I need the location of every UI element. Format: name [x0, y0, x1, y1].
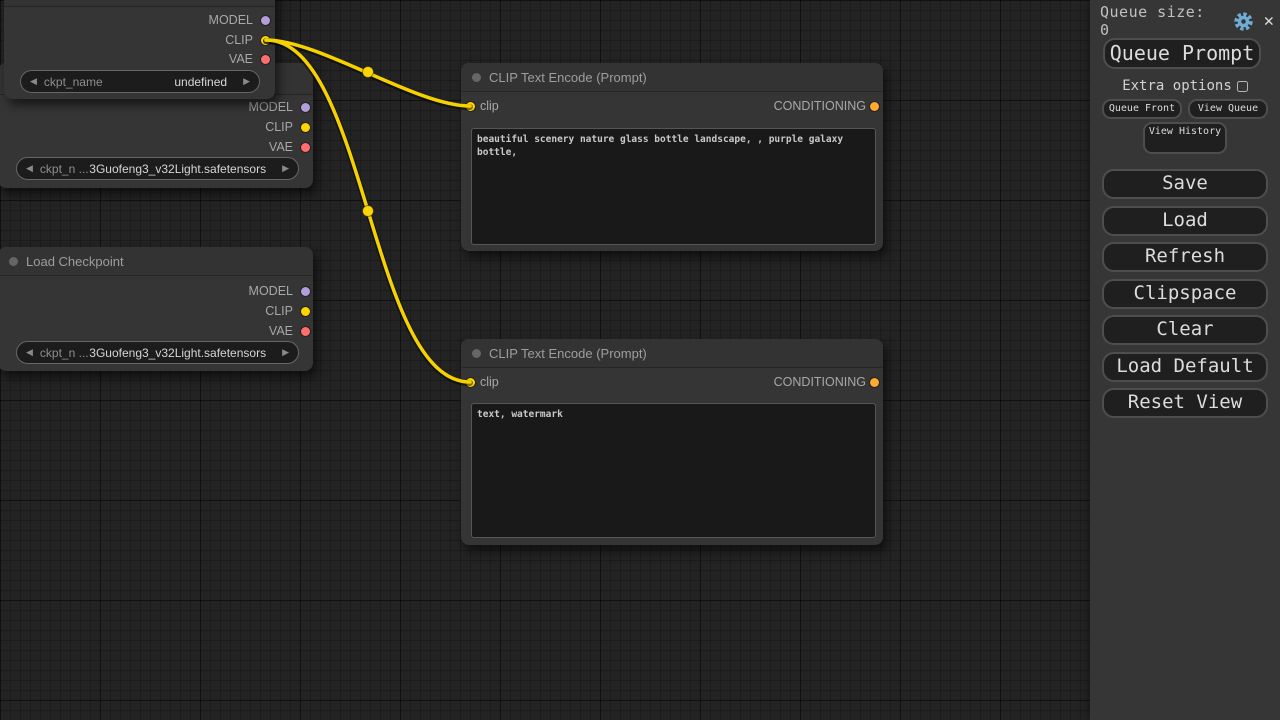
menu-button-column: Save Load Refresh Clipspace Clear Load D… [1102, 169, 1268, 425]
combo-next-icon[interactable]: ▶ [243, 76, 250, 87]
reset-view-button[interactable]: Reset View [1102, 388, 1268, 418]
ckpt-name-combo[interactable]: ◀ ckpt_name undefined ▶ [20, 70, 260, 93]
output-dot-conditioning[interactable] [870, 378, 879, 387]
combo-value: undefined [103, 75, 243, 89]
slot-label-vae: VAE [269, 321, 293, 341]
node-checkpoint-top[interactable]: MODEL CLIP VAE ◀ ckpt_name undefined ▶ [4, 0, 275, 99]
slot-row: clip CONDITIONING [461, 372, 883, 392]
close-icon[interactable]: ✕ [1264, 11, 1274, 32]
queue-front-button[interactable]: Queue Front [1102, 99, 1182, 119]
output-dot-conditioning[interactable] [870, 102, 879, 111]
output-dot-clip[interactable] [261, 36, 270, 45]
ckpt-name-combo[interactable]: ◀ ckpt_n ... 3Guofeng3_v32Light.safetens… [16, 341, 299, 364]
output-slot-model[interactable]: MODEL [0, 281, 313, 301]
collapse-dot-icon[interactable] [472, 349, 481, 358]
slot-label-conditioning: CONDITIONING [774, 372, 866, 392]
combo-label: ckpt_name [44, 75, 103, 89]
node-clip-text-encode-positive[interactable]: CLIP Text Encode (Prompt) clip CONDITION… [461, 63, 883, 251]
slot-row: clip CONDITIONING [461, 96, 883, 116]
collapse-dot-icon[interactable] [472, 73, 481, 82]
combo-prev-icon[interactable]: ◀ [26, 163, 33, 174]
output-dot-clip[interactable] [301, 123, 310, 132]
slot-label-model: MODEL [249, 281, 293, 301]
slot-label-clip: CLIP [225, 30, 253, 50]
combo-value: 3Guofeng3_v32Light.safetensors [89, 162, 282, 176]
queue-buttons-row: Queue Front View Queue [1102, 99, 1268, 119]
clipspace-button[interactable]: Clipspace [1102, 279, 1268, 309]
prompt-text-area[interactable]: beautiful scenery nature glass bottle la… [471, 128, 876, 245]
output-dot-vae[interactable] [301, 327, 310, 336]
link-midpoint-dot [363, 67, 374, 78]
input-dot-clip[interactable] [466, 102, 475, 111]
combo-prev-icon[interactable]: ◀ [30, 76, 37, 87]
node-title: CLIP Text Encode (Prompt) [489, 70, 647, 85]
input-dot-clip[interactable] [466, 378, 475, 387]
combo-label: ckpt_n ... [40, 346, 89, 360]
output-dot-model[interactable] [301, 103, 310, 112]
combo-value: 3Guofeng3_v32Light.safetensors [89, 346, 282, 360]
output-slot-model[interactable]: MODEL [4, 10, 275, 30]
node-graph-canvas[interactable]: MODEL CLIP VAE ◀ ckpt_n ... 3Guofeng3_v3… [0, 0, 1090, 720]
output-slot-clip[interactable]: CLIP [4, 30, 275, 50]
prompt-text-area[interactable]: text, watermark [471, 403, 876, 538]
combo-prev-icon[interactable]: ◀ [26, 347, 33, 358]
combo-label: ckpt_n ... [40, 162, 89, 176]
slot-label-model: MODEL [209, 10, 253, 30]
collapse-dot-icon[interactable] [9, 257, 18, 266]
combo-next-icon[interactable]: ▶ [282, 347, 289, 358]
output-slot-vae[interactable]: VAE [0, 137, 313, 157]
node-title-bar[interactable]: CLIP Text Encode (Prompt) [461, 63, 883, 92]
extra-options-checkbox[interactable] [1237, 81, 1248, 92]
refresh-button[interactable]: Refresh [1102, 242, 1268, 272]
load-default-button[interactable]: Load Default [1102, 352, 1268, 382]
node-title-bar[interactable] [4, 0, 275, 7]
node-title: Load Checkpoint [26, 254, 124, 269]
link-midpoint-dot [363, 206, 374, 217]
slot-label-clip: CLIP [265, 117, 293, 137]
clear-button[interactable]: Clear [1102, 315, 1268, 345]
slot-label-clip: clip [480, 372, 499, 392]
comfy-menu-panel: Queue size: 0 ✕ Queue Prompt Extra optio… [1090, 0, 1280, 720]
node-title-bar[interactable]: CLIP Text Encode (Prompt) [461, 339, 883, 368]
output-dot-model[interactable] [301, 287, 310, 296]
menu-header: Queue size: 0 ✕ [1100, 9, 1274, 33]
output-dot-vae[interactable] [301, 143, 310, 152]
output-slot-model[interactable]: MODEL [0, 97, 313, 117]
queue-prompt-button[interactable]: Queue Prompt [1103, 38, 1261, 69]
slot-label-conditioning: CONDITIONING [774, 96, 866, 116]
slot-label-clip: clip [480, 96, 499, 116]
view-history-button[interactable]: View History [1143, 122, 1227, 154]
extra-options-label: Extra options [1122, 78, 1232, 94]
ckpt-name-combo[interactable]: ◀ ckpt_n ... 3Guofeng3_v32Light.safetens… [16, 157, 299, 180]
queue-size-text: Queue size: 0 [1100, 3, 1223, 39]
node-title-bar[interactable]: Load Checkpoint [0, 247, 313, 276]
output-slot-vae[interactable]: VAE [4, 49, 275, 69]
slot-label-vae: VAE [269, 137, 293, 157]
output-slot-clip[interactable]: CLIP [0, 117, 313, 137]
output-slot-vae[interactable]: VAE [0, 321, 313, 341]
slot-label-model: MODEL [249, 97, 293, 117]
extra-options-row: Extra options [1090, 78, 1280, 94]
node-title: CLIP Text Encode (Prompt) [489, 346, 647, 361]
slot-label-vae: VAE [229, 49, 253, 69]
node-load-checkpoint[interactable]: Load Checkpoint MODEL CLIP VAE ◀ ckpt_n … [0, 247, 313, 371]
load-button[interactable]: Load [1102, 206, 1268, 236]
save-button[interactable]: Save [1102, 169, 1268, 199]
node-clip-text-encode-negative[interactable]: CLIP Text Encode (Prompt) clip CONDITION… [461, 339, 883, 545]
combo-next-icon[interactable]: ▶ [282, 163, 289, 174]
output-dot-vae[interactable] [261, 55, 270, 64]
output-dot-clip[interactable] [301, 307, 310, 316]
slot-label-clip: CLIP [265, 301, 293, 321]
output-dot-model[interactable] [261, 16, 270, 25]
output-slot-clip[interactable]: CLIP [0, 301, 313, 321]
view-queue-button[interactable]: View Queue [1188, 99, 1268, 119]
settings-gear-icon[interactable] [1233, 11, 1254, 32]
